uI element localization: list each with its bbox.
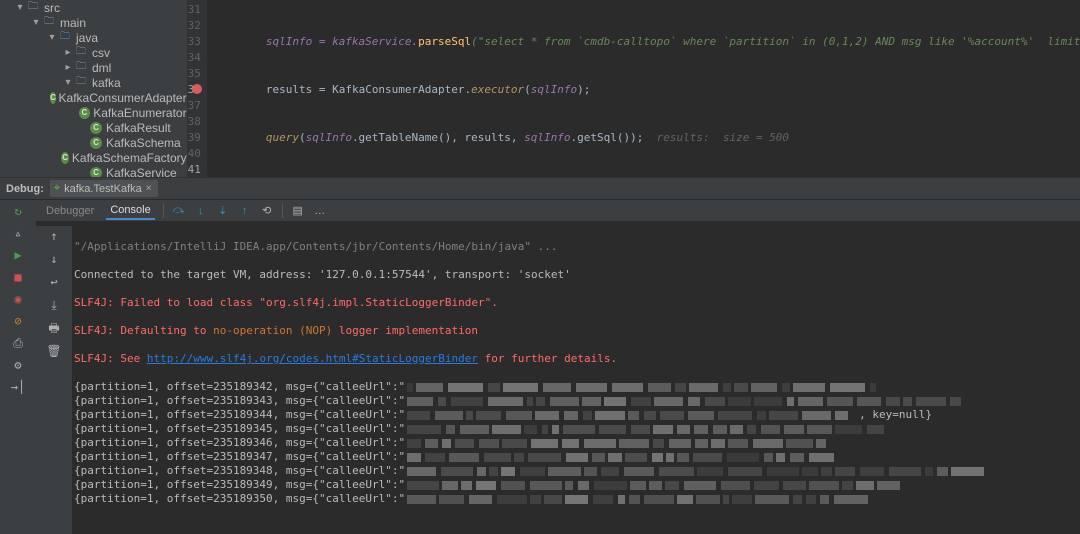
console-line: {partition=1, offset=235189349, msg={"ca… [74, 478, 1080, 492]
scroll-up-icon[interactable]: ↑ [46, 228, 62, 244]
debug-label: Debug: [6, 183, 44, 195]
tree-label: KafkaConsumerAdapter [59, 91, 187, 105]
settings-icon[interactable]: ⚙ [10, 357, 26, 373]
bug-icon: ⌖ [54, 182, 60, 195]
breakpoints-icon[interactable]: ◉ [10, 291, 26, 307]
camera-icon[interactable]: ⎙ [10, 335, 26, 351]
drop-frame-icon[interactable]: ⟲ [260, 204, 274, 218]
tree-label: KafkaService [106, 166, 177, 178]
tree-label: KafkaEnumerator [93, 106, 186, 120]
debug-run-tab[interactable]: ⌖ kafka.TestKafka × [50, 180, 158, 197]
package-icon: 🗀 [74, 46, 88, 60]
class-icon: C [61, 152, 69, 164]
trace-icon[interactable]: … [313, 204, 327, 218]
package-icon: 🗀 [74, 76, 88, 90]
class-icon: C [50, 92, 57, 104]
force-step-into-icon[interactable]: ⇣ [216, 204, 230, 218]
tree-node-class[interactable]: C KafkaSchema [0, 135, 187, 150]
tree-label: KafkaSchemaFactory [72, 151, 187, 165]
tree-node-java[interactable]: ▾ 🗀 java [0, 30, 187, 45]
resume-icon[interactable]: ▶ [10, 247, 26, 263]
tree-node-class[interactable]: C KafkaResult [0, 120, 187, 135]
ide-window: ▾ 🗀 src ▾ 🗀 main ▾ 🗀 java ▸ 🗀 csv [0, 0, 1080, 534]
step-over-icon[interactable]: ⤼ [172, 204, 186, 218]
pin-icon[interactable]: →│ [10, 379, 26, 395]
soft-wrap-icon[interactable]: ↩ [46, 274, 62, 290]
twisty-icon[interactable]: ▾ [14, 2, 26, 13]
class-icon: C [90, 167, 102, 178]
tree-node-src[interactable]: ▾ 🗀 src [0, 0, 187, 15]
debug-run-tab-label: kafka.TestKafka [64, 183, 142, 195]
twisty-icon[interactable]: ▾ [30, 17, 42, 28]
console-line: {partition=1, offset=235189348, msg={"ca… [74, 464, 1080, 478]
editor-gutter: 31 32 33 34 35 36 37 38 39 40 41 42 43 4… [188, 0, 207, 177]
console-line: {partition=1, offset=235189345, msg={"ca… [74, 422, 1080, 436]
tree-label: KafkaResult [106, 121, 171, 135]
project-tree[interactable]: ▾ 🗀 src ▾ 🗀 main ▾ 🗀 java ▸ 🗀 csv [0, 0, 188, 177]
class-icon: C [90, 137, 102, 149]
debug-tab-bar: Debug: ⌖ kafka.TestKafka × [0, 178, 1080, 200]
rerun-icon[interactable]: ↻ [10, 203, 26, 219]
stop-icon[interactable]: ■ [10, 269, 26, 285]
class-icon: C [90, 122, 102, 134]
tree-node-class[interactable]: CKafkaSchemaFactory [0, 150, 187, 165]
console-line: {partition=1, offset=235189342, msg={"ca… [74, 380, 1080, 394]
folder-icon: 🗀 [58, 31, 72, 45]
mute-icon[interactable]: ⊘ [10, 313, 26, 329]
console: ↑ ↓ ↩ ⤓ 🖶 🗑 "/Applications/IntelliJ IDEA… [36, 222, 1080, 534]
console-line: {partition=1, offset=235189344, msg={"ca… [74, 408, 1080, 422]
modify-run-icon[interactable]: ▵ [10, 225, 26, 241]
tree-node-kafka[interactable]: ▾ 🗀 kafka [0, 75, 187, 90]
scroll-end-icon[interactable]: ⤓ [46, 297, 62, 313]
console-action-strip: ↑ ↓ ↩ ⤓ 🖶 🗑 [36, 226, 72, 534]
console-output[interactable]: "/Applications/IntelliJ IDEA.app/Content… [72, 226, 1080, 534]
step-out-icon[interactable]: ↑ [238, 204, 252, 218]
tree-node-csv[interactable]: ▸ 🗀 csv [0, 45, 187, 60]
code-editor[interactable]: 31 32 33 34 35 36 37 38 39 40 41 42 43 4… [188, 0, 1080, 177]
console-line: {partition=1, offset=235189347, msg={"ca… [74, 450, 1080, 464]
folder-icon: 🗀 [42, 16, 56, 30]
twisty-icon[interactable]: ▾ [46, 32, 58, 43]
clear-icon[interactable]: 🗑 [46, 343, 62, 359]
tree-node-main[interactable]: ▾ 🗀 main [0, 15, 187, 30]
tree-label: csv [92, 46, 110, 60]
class-icon: C [79, 107, 90, 119]
twisty-icon[interactable]: ▸ [62, 47, 74, 58]
console-line: {partition=1, offset=235189343, msg={"ca… [74, 394, 1080, 408]
close-icon[interactable]: × [146, 183, 152, 194]
console-line: {partition=1, offset=235189350, msg={"ca… [74, 492, 1080, 506]
tab-console[interactable]: Console [106, 202, 154, 220]
tree-node-class[interactable]: C KafkaService [0, 165, 187, 177]
scroll-down-icon[interactable]: ↓ [46, 251, 62, 267]
debug-panel: Debug: ⌖ kafka.TestKafka × ↻ ▵ ▶ ■ ◉ ⊘ ⎙… [0, 177, 1080, 534]
twisty-icon[interactable]: ▸ [62, 62, 74, 73]
tree-node-class[interactable]: CKafkaEnumerator [0, 105, 187, 120]
tree-node-dml[interactable]: ▸ 🗀 dml [0, 60, 187, 75]
console-line: {partition=1, offset=235189346, msg={"ca… [74, 436, 1080, 450]
tree-node-class[interactable]: CKafkaConsumerAdapter [0, 90, 187, 105]
tree-label: java [76, 31, 98, 45]
code-area[interactable]: sqlInfo = kafkaService.parseSql("select … [207, 0, 1080, 177]
print-icon[interactable]: 🖶 [46, 320, 62, 336]
tree-label: KafkaSchema [106, 136, 181, 150]
tree-label: main [60, 16, 86, 30]
top-split: ▾ 🗀 src ▾ 🗀 main ▾ 🗀 java ▸ 🗀 csv [0, 0, 1080, 177]
evaluate-icon[interactable]: ▤ [291, 204, 305, 218]
folder-icon: 🗀 [26, 1, 40, 15]
tree-label: kafka [92, 76, 121, 90]
tree-label: src [44, 1, 60, 15]
package-icon: 🗀 [74, 61, 88, 75]
debug-toolbar: Debugger Console ⤼ ↓ ⇣ ↑ ⟲ ▤ … [36, 200, 1080, 222]
tab-debugger[interactable]: Debugger [42, 203, 98, 219]
breakpoint-icon[interactable] [192, 84, 202, 94]
debug-action-strip: ↻ ▵ ▶ ■ ◉ ⊘ ⎙ ⚙ →│ [0, 200, 36, 534]
twisty-icon[interactable]: ▾ [62, 77, 74, 88]
tree-label: dml [92, 61, 111, 75]
step-into-icon[interactable]: ↓ [194, 204, 208, 218]
